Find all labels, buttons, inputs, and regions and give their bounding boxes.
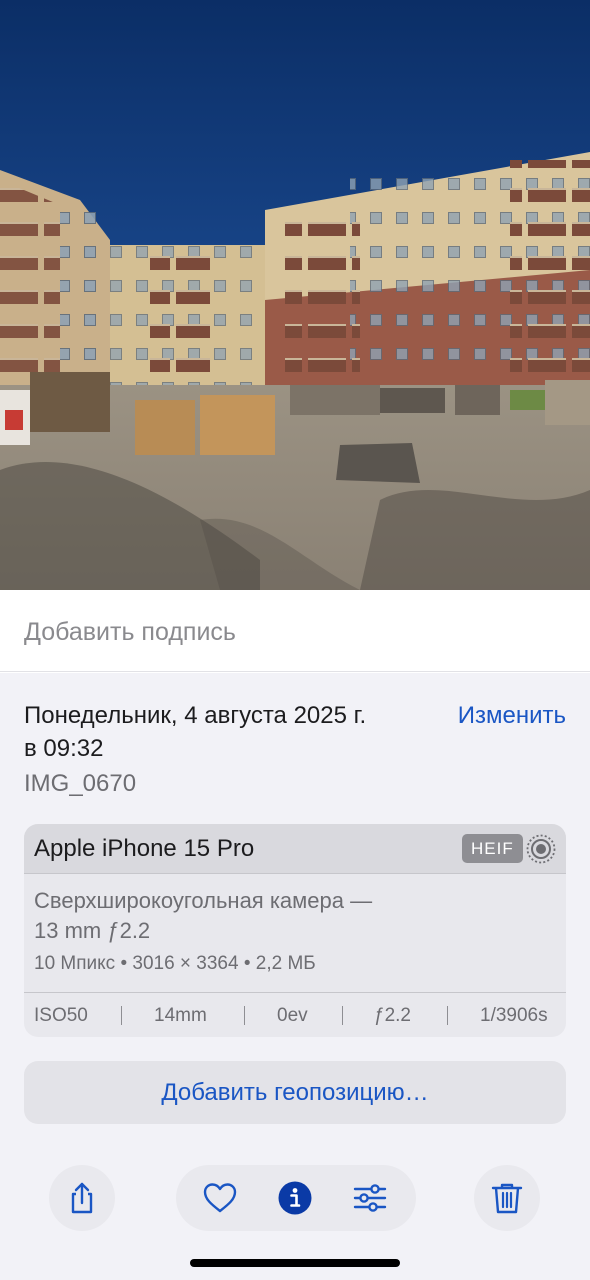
exif-footer: ISO50 14mm 0ev ƒ2.2 1/3906s — [24, 992, 566, 1037]
add-location-button[interactable]: Добавить геопозицию… — [24, 1061, 566, 1124]
favorite-button[interactable] — [202, 1180, 238, 1216]
exif-card: Apple iPhone 15 Pro HEIF Сверхширокоугол… — [24, 824, 566, 1037]
focal-length-value: 14mm — [154, 1005, 207, 1026]
exif-divider — [244, 1006, 245, 1025]
share-icon — [71, 1182, 93, 1214]
exposure-bias-value: 0ev — [277, 1005, 308, 1026]
adjust-button[interactable] — [352, 1180, 388, 1216]
shutter-speed-value: 1/3906s — [480, 1005, 548, 1026]
file-name: IMG_0670 — [24, 770, 137, 797]
iso-value: ISO50 — [34, 1005, 88, 1026]
home-indicator[interactable] — [190, 1259, 400, 1267]
trash-icon — [491, 1183, 523, 1214]
format-badge: HEIF — [462, 834, 523, 863]
photo-preview[interactable] — [0, 0, 590, 590]
exif-divider — [121, 1006, 122, 1025]
adjust-icon — [353, 1184, 387, 1212]
time-line: в 09:32 — [24, 735, 104, 762]
date-time: Понедельник, 4 августа 2025 г. в 09:32 — [24, 699, 424, 765]
caption-input[interactable] — [24, 614, 564, 650]
heart-icon — [203, 1183, 237, 1213]
info-icon — [278, 1181, 312, 1215]
toolbar-pill — [176, 1165, 416, 1231]
delete-button[interactable] — [474, 1165, 540, 1231]
caption-row — [0, 590, 590, 672]
image-specs: 10 Мпикс • 3016 × 3364 • 2,2 МБ — [34, 953, 316, 974]
share-button[interactable] — [49, 1165, 115, 1231]
date-line: Понедельник, 4 августа 2025 г. — [24, 702, 367, 729]
info-panel: Понедельник, 4 августа 2025 г. в 09:32 И… — [0, 673, 590, 1280]
edit-date-button[interactable]: Изменить — [458, 699, 566, 732]
lens-name: Сверхширокоугольная камера — — [34, 888, 373, 913]
device-name: Apple iPhone 15 Pro — [34, 835, 255, 862]
exif-divider — [342, 1006, 343, 1025]
info-button[interactable] — [277, 1180, 313, 1216]
lens-spec: 13 mm ƒ2.2 — [34, 918, 151, 943]
lens-info: Сверхширокоугольная камера — 13 mm ƒ2.2 — [34, 886, 454, 946]
exif-header: Apple iPhone 15 Pro HEIF — [24, 824, 566, 874]
construction-site-photo — [0, 0, 590, 590]
aperture-value: ƒ2.2 — [374, 1005, 411, 1026]
exif-divider — [447, 1006, 448, 1025]
live-photo-icon — [526, 834, 556, 864]
